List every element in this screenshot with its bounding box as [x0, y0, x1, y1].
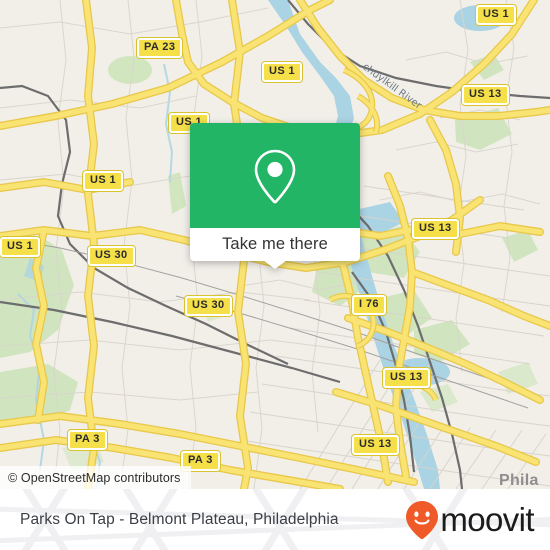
moovit-logo[interactable]: moovit [405, 500, 535, 540]
osm-attribution-text: © OpenStreetMap contributors [8, 470, 181, 485]
city-label: Phila [499, 472, 539, 489]
popup-action-bar[interactable]: Take me there [190, 228, 360, 269]
highway-shield: US 1 [83, 171, 124, 191]
osm-attribution: © OpenStreetMap contributors [0, 466, 191, 489]
highway-shield: US 30 [185, 296, 232, 316]
moovit-smiley-pin-icon [406, 500, 439, 539]
screenshot-root: chuylkill River PA 23 US 1 US 1 US 13 US 1 US… [0, 0, 550, 550]
map-pin-icon [254, 149, 296, 203]
highway-shield: US 1 [0, 237, 41, 257]
highway-shield: PA 3 [68, 430, 107, 450]
take-me-there-label: Take me there [222, 235, 328, 253]
highway-shield: US 13 [412, 219, 459, 239]
highway-shield: US 13 [352, 435, 399, 455]
location-popup-card[interactable]: Take me there [190, 123, 360, 269]
highway-shield: I 76 [352, 295, 386, 315]
highway-shield: US 1 [476, 5, 517, 25]
popup-pointer-tail [263, 260, 287, 269]
highway-shield: US 30 [88, 246, 135, 266]
moovit-wordmark: moovit [440, 501, 534, 538]
popup-icon-area [190, 123, 360, 228]
highway-shield: US 1 [262, 62, 303, 82]
place-title: Parks On Tap - Belmont Plateau, Philadel… [20, 510, 339, 528]
highway-shield: US 13 [383, 368, 430, 388]
highway-shield: US 13 [462, 85, 509, 105]
highway-shield: PA 23 [137, 38, 183, 58]
map-canvas[interactable]: chuylkill River PA 23 US 1 US 1 US 13 US 1 US… [0, 0, 550, 489]
footer-bar: Parks On Tap - Belmont Plateau, Philadel… [0, 489, 550, 550]
